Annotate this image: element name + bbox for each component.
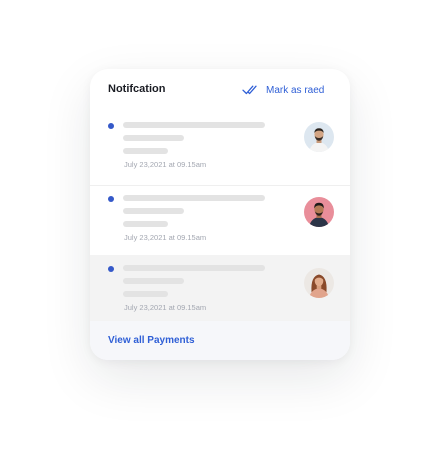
placeholder-line [123,265,265,271]
notification-time: July 23,2021 at 09.15am [124,303,207,312]
notification-card: Notifcation Mark as raed July 23,2021 at… [90,69,350,360]
placeholder-line [123,148,168,154]
avatar [304,122,334,152]
notification-time: July 23,2021 at 09.15am [124,160,207,169]
notification-item[interactable]: July 23,2021 at 09.15am [90,113,350,185]
placeholder-line [123,291,168,297]
avatar [304,268,334,298]
avatar [304,197,334,227]
card-title: Notifcation [108,83,166,95]
placeholder-line [123,221,168,227]
view-all-payments-link[interactable]: View all Payments [108,335,195,346]
card-footer: View all Payments [90,321,350,360]
card-header: Notifcation Mark as raed [90,69,350,113]
unread-dot [108,123,114,129]
placeholder-line [123,195,265,201]
mark-as-read-button[interactable]: Mark as raed [242,83,324,97]
unread-dot [108,196,114,202]
unread-dot [108,266,114,272]
placeholder-line [123,208,184,214]
placeholder-line [123,278,184,284]
notification-item[interactable]: July 23,2021 at 09.15am [90,255,350,321]
double-check-icon [242,84,260,96]
placeholder-line [123,135,184,141]
notification-time: July 23,2021 at 09.15am [124,233,207,242]
notification-item[interactable]: July 23,2021 at 09.15am [90,185,350,258]
mark-as-read-label: Mark as raed [266,84,325,96]
placeholder-line [123,122,265,128]
